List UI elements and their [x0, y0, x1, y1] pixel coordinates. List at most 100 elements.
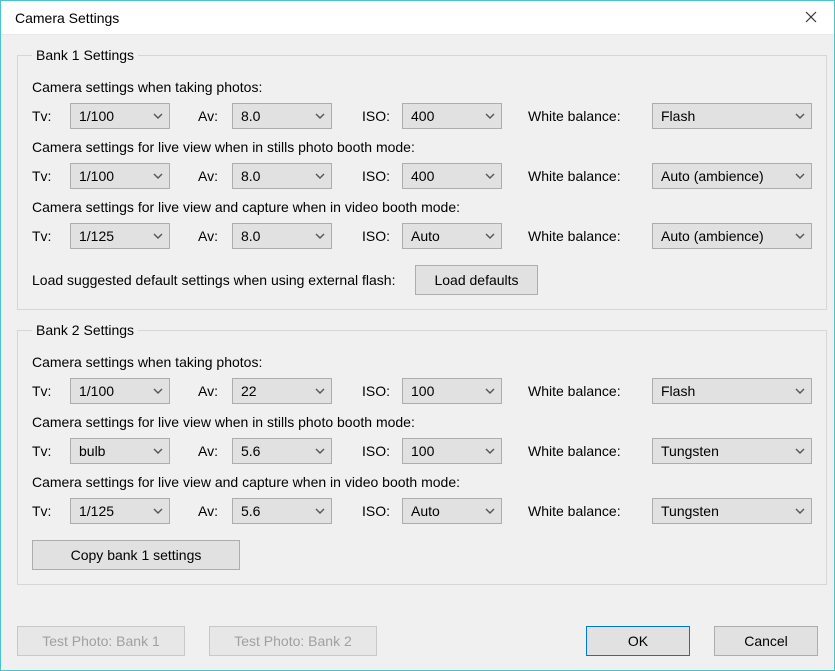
content-area: Bank 1 Settings Camera settings when tak…: [1, 35, 834, 585]
wb-label: White balance:: [502, 383, 652, 399]
bank2-liveview-iso-select[interactable]: 100: [402, 438, 502, 464]
bank1-photos-iso-select[interactable]: 400: [402, 103, 502, 129]
chevron-down-icon: [485, 173, 495, 179]
tv-label: Tv:: [32, 503, 70, 519]
chevron-down-icon: [315, 233, 325, 239]
bank2-photos-av-select[interactable]: 22: [232, 378, 332, 404]
copy-bank1-button[interactable]: Copy bank 1 settings: [32, 540, 240, 570]
chevron-down-icon: [153, 113, 163, 119]
bank1-legend: Bank 1 Settings: [32, 47, 138, 63]
chevron-down-icon: [485, 113, 495, 119]
bank1-photos-av-select[interactable]: 8.0: [232, 103, 332, 129]
chevron-down-icon: [795, 508, 805, 514]
chevron-down-icon: [795, 233, 805, 239]
test-photo-bank2-button: Test Photo: Bank 2: [209, 626, 377, 656]
bank2-group: Bank 2 Settings Camera settings when tak…: [17, 322, 827, 585]
bank2-legend: Bank 2 Settings: [32, 322, 138, 338]
bank2-video-iso-select[interactable]: Auto: [402, 498, 502, 524]
wb-label: White balance:: [502, 108, 652, 124]
bank1-photos-wb-select[interactable]: Flash: [652, 103, 812, 129]
bank1-liveview-wb-select[interactable]: Auto (ambience): [652, 163, 812, 189]
bank1-liveview-av-select[interactable]: 8.0: [232, 163, 332, 189]
bank1-liveview-caption: Camera settings for live view when in st…: [32, 139, 812, 155]
av-label: Av:: [170, 228, 232, 244]
bank1-liveview-row: Tv: 1/100 Av: 8.0 ISO: 400 White balance…: [32, 163, 812, 189]
tv-label: Tv:: [32, 168, 70, 184]
chevron-down-icon: [153, 388, 163, 394]
bank1-photos-caption: Camera settings when taking photos:: [32, 79, 812, 95]
ok-button[interactable]: OK: [586, 626, 690, 656]
bank2-liveview-wb-select[interactable]: Tungsten: [652, 438, 812, 464]
iso-label: ISO:: [332, 228, 402, 244]
cancel-button[interactable]: Cancel: [714, 626, 818, 656]
chevron-down-icon: [485, 448, 495, 454]
chevron-down-icon: [315, 508, 325, 514]
chevron-down-icon: [153, 233, 163, 239]
wb-label: White balance:: [502, 503, 652, 519]
wb-label: White balance:: [502, 168, 652, 184]
tv-label: Tv:: [32, 443, 70, 459]
bank1-liveview-iso-select[interactable]: 400: [402, 163, 502, 189]
bank1-video-tv-select[interactable]: 1/125: [70, 223, 170, 249]
load-defaults-label: Load suggested default settings when usi…: [32, 272, 395, 288]
bank2-video-tv-select[interactable]: 1/125: [70, 498, 170, 524]
av-label: Av:: [170, 443, 232, 459]
bank2-liveview-av-select[interactable]: 5.6: [232, 438, 332, 464]
bank2-photos-tv-select[interactable]: 1/100: [70, 378, 170, 404]
bank1-video-av-select[interactable]: 8.0: [232, 223, 332, 249]
iso-label: ISO:: [332, 383, 402, 399]
iso-label: ISO:: [332, 503, 402, 519]
chevron-down-icon: [485, 388, 495, 394]
chevron-down-icon: [795, 388, 805, 394]
wb-label: White balance:: [502, 443, 652, 459]
bank2-liveview-caption: Camera settings for live view when in st…: [32, 414, 812, 430]
bank1-video-row: Tv: 1/125 Av: 8.0 ISO: Auto White balanc…: [32, 223, 812, 249]
chevron-down-icon: [315, 113, 325, 119]
test-photo-bank1-button: Test Photo: Bank 1: [17, 626, 185, 656]
bank2-photos-row: Tv: 1/100 Av: 22 ISO: 100 White balance:…: [32, 378, 812, 404]
bank1-video-caption: Camera settings for live view and captur…: [32, 199, 812, 215]
bank1-photos-row: Tv: 1/100 Av: 8.0 ISO: 400 White balance…: [32, 103, 812, 129]
bank2-video-row: Tv: 1/125 Av: 5.6 ISO: Auto White balanc…: [32, 498, 812, 524]
bank2-video-caption: Camera settings for live view and captur…: [32, 474, 812, 490]
wb-label: White balance:: [502, 228, 652, 244]
bank1-group: Bank 1 Settings Camera settings when tak…: [17, 47, 827, 310]
chevron-down-icon: [315, 448, 325, 454]
chevron-down-icon: [315, 173, 325, 179]
chevron-down-icon: [153, 508, 163, 514]
camera-settings-window: Camera Settings Bank 1 Settings Camera s…: [0, 0, 835, 671]
bank2-liveview-row: Tv: bulb Av: 5.6 ISO: 100 White balance:…: [32, 438, 812, 464]
close-icon: [805, 10, 817, 26]
bank2-photos-wb-select[interactable]: Flash: [652, 378, 812, 404]
chevron-down-icon: [485, 233, 495, 239]
av-label: Av:: [170, 503, 232, 519]
chevron-down-icon: [153, 173, 163, 179]
av-label: Av:: [170, 383, 232, 399]
bank1-video-wb-select[interactable]: Auto (ambience): [652, 223, 812, 249]
tv-label: Tv:: [32, 383, 70, 399]
bank1-photos-tv-select[interactable]: 1/100: [70, 103, 170, 129]
bank2-photos-iso-select[interactable]: 100: [402, 378, 502, 404]
close-button[interactable]: [788, 1, 834, 35]
tv-label: Tv:: [32, 228, 70, 244]
bank1-liveview-tv-select[interactable]: 1/100: [70, 163, 170, 189]
chevron-down-icon: [795, 113, 805, 119]
bank1-video-iso-select[interactable]: Auto: [402, 223, 502, 249]
bank2-video-wb-select[interactable]: Tungsten: [652, 498, 812, 524]
bank2-photos-caption: Camera settings when taking photos:: [32, 354, 812, 370]
chevron-down-icon: [153, 448, 163, 454]
load-defaults-button[interactable]: Load defaults: [415, 265, 537, 295]
iso-label: ISO:: [332, 443, 402, 459]
tv-label: Tv:: [32, 108, 70, 124]
footer: Test Photo: Bank 1 Test Photo: Bank 2 OK…: [17, 626, 818, 656]
bank1-load-row: Load suggested default settings when usi…: [32, 265, 812, 295]
iso-label: ISO:: [332, 108, 402, 124]
chevron-down-icon: [795, 448, 805, 454]
chevron-down-icon: [795, 173, 805, 179]
av-label: Av:: [170, 108, 232, 124]
titlebar: Camera Settings: [1, 1, 834, 35]
bank2-video-av-select[interactable]: 5.6: [232, 498, 332, 524]
bank2-liveview-tv-select[interactable]: bulb: [70, 438, 170, 464]
chevron-down-icon: [315, 388, 325, 394]
window-title: Camera Settings: [15, 10, 119, 26]
